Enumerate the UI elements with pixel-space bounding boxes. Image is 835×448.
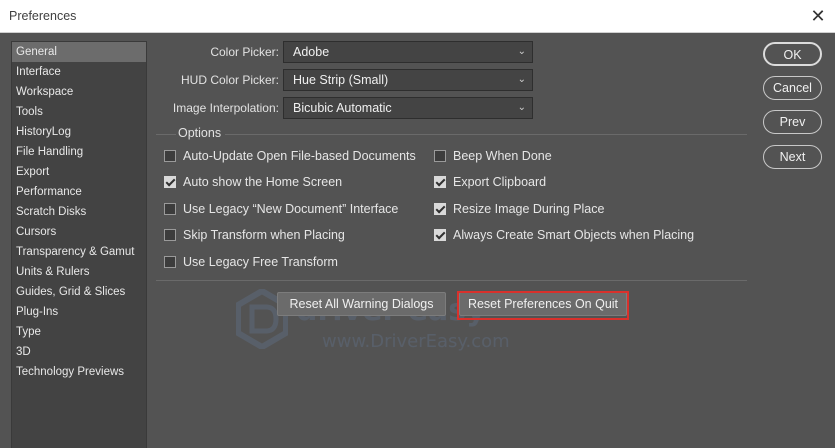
hud-color-picker-select[interactable]: Hue Strip (Small) ⌄ (283, 69, 533, 91)
checkbox-box-checked (434, 229, 446, 241)
next-button[interactable]: Next (763, 145, 822, 169)
hud-color-picker-label-wrap: HUD Color Picker: (0, 69, 279, 93)
resize-image-checkbox[interactable]: Resize Image During Place (434, 201, 734, 219)
checkbox-box-checked (434, 203, 446, 215)
hud-color-picker-label: HUD Color Picker: (180, 73, 279, 87)
skip-transform-checkbox[interactable]: Skip Transform when Placing (164, 227, 424, 245)
legacy-new-document-label: Use Legacy “New Document” Interface (183, 202, 399, 216)
auto-show-home-label: Auto show the Home Screen (183, 175, 343, 189)
chevron-down-icon: ⌄ (517, 74, 526, 85)
legacy-free-transform-checkbox[interactable]: Use Legacy Free Transform (164, 254, 424, 272)
auto-show-home-checkbox[interactable]: Auto show the Home Screen (164, 174, 424, 192)
checkbox-box (164, 229, 176, 241)
skip-transform-label: Skip Transform when Placing (183, 228, 345, 242)
sidebar-item-performance[interactable]: Performance (12, 182, 146, 202)
hud-color-picker-value: Hue Strip (Small) (293, 73, 389, 87)
auto-update-label: Auto-Update Open File-based Documents (183, 149, 416, 163)
checkbox-box-checked (434, 176, 446, 188)
preferences-dialog: General Interface Workspace Tools Histor… (0, 33, 835, 448)
reset-preferences-button[interactable]: Reset Preferences On Quit (459, 292, 627, 316)
cancel-button[interactable]: Cancel (763, 76, 822, 100)
sidebar-item-export[interactable]: Export (12, 162, 146, 182)
auto-update-checkbox[interactable]: Auto-Update Open File-based Documents (164, 148, 424, 166)
close-icon[interactable]: ✕ (801, 0, 835, 32)
legacy-free-transform-label: Use Legacy Free Transform (183, 255, 338, 269)
image-interpolation-label-wrap: Image Interpolation: (0, 97, 279, 121)
checkbox-box (164, 203, 176, 215)
sidebar-item-type[interactable]: Type (12, 322, 146, 342)
image-interpolation-select[interactable]: Bicubic Automatic ⌄ (283, 97, 533, 119)
sidebar-item-transparency-gamut[interactable]: Transparency & Gamut (12, 242, 146, 262)
sidebar-item-technology-previews[interactable]: Technology Previews (12, 362, 146, 382)
smart-objects-checkbox[interactable]: Always Create Smart Objects when Placing (434, 227, 734, 245)
beep-when-done-label: Beep When Done (453, 149, 552, 163)
title-bar: Preferences ✕ (0, 0, 835, 33)
color-picker-label: Color Picker: (210, 45, 279, 59)
export-clipboard-label: Export Clipboard (453, 175, 547, 189)
color-picker-select[interactable]: Adobe ⌄ (283, 41, 533, 63)
window-title: Preferences (9, 9, 77, 23)
color-picker-value: Adobe (293, 45, 330, 59)
sidebar-item-3d[interactable]: 3D (12, 342, 146, 362)
beep-when-done-checkbox[interactable]: Beep When Done (434, 148, 734, 166)
sidebar-item-historylog[interactable]: HistoryLog (12, 122, 146, 142)
smart-objects-label: Always Create Smart Objects when Placing (453, 228, 695, 242)
checkbox-box (164, 256, 176, 268)
image-interpolation-value: Bicubic Automatic (293, 101, 392, 115)
checkbox-box (434, 150, 446, 162)
prev-button[interactable]: Prev (763, 110, 822, 134)
reset-warning-dialogs-button[interactable]: Reset All Warning Dialogs (277, 292, 446, 316)
watermark-url: www.DriverEasy.com (322, 331, 510, 352)
resize-image-label: Resize Image During Place (453, 202, 605, 216)
sidebar-item-plug-ins[interactable]: Plug-Ins (12, 302, 146, 322)
checkbox-box (164, 150, 176, 162)
sidebar-item-scratch-disks[interactable]: Scratch Disks (12, 202, 146, 222)
checkbox-box-checked (164, 176, 176, 188)
sidebar-item-units-rulers[interactable]: Units & Rulers (12, 262, 146, 282)
sidebar-item-guides-grid-slices[interactable]: Guides, Grid & Slices (12, 282, 146, 302)
chevron-down-icon: ⌄ (517, 102, 526, 113)
ok-button[interactable]: OK (763, 42, 822, 66)
sidebar-item-file-handling[interactable]: File Handling (12, 142, 146, 162)
chevron-down-icon: ⌄ (517, 46, 526, 57)
color-picker-label-wrap: Color Picker: (0, 41, 279, 65)
options-title: Options (176, 126, 226, 140)
image-interpolation-label: Image Interpolation: (172, 101, 279, 115)
legacy-new-document-checkbox[interactable]: Use Legacy “New Document” Interface (164, 201, 424, 219)
export-clipboard-checkbox[interactable]: Export Clipboard (434, 174, 734, 192)
sidebar-item-cursors[interactable]: Cursors (12, 222, 146, 242)
